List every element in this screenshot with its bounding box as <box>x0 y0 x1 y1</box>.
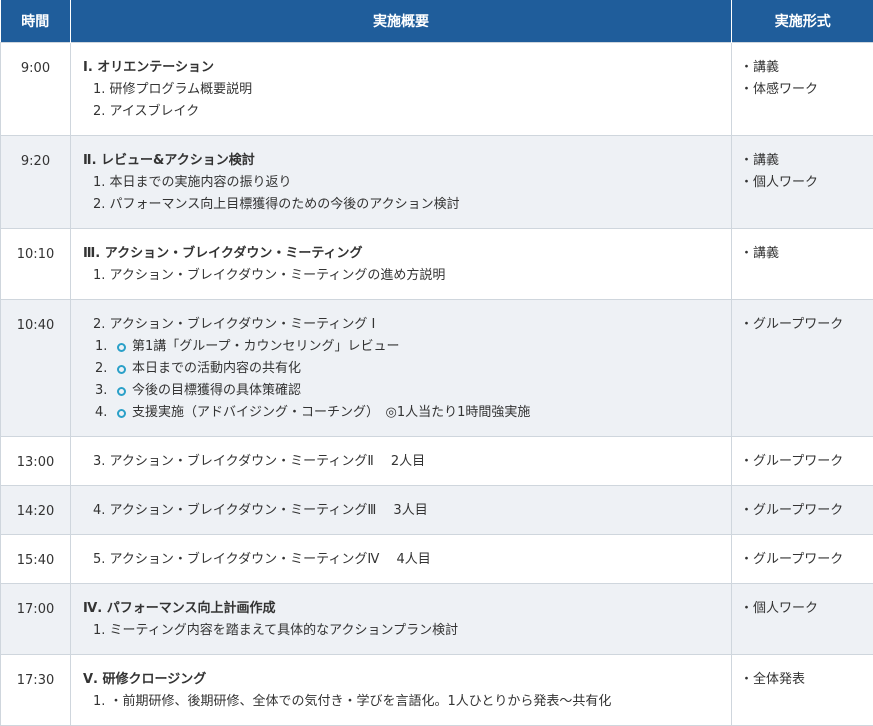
summary-cell: 3. アクション・ブレイクダウン・ミーティングⅡ 2人目 <box>71 437 732 486</box>
sub-item-text: 第1講「グループ・カウンセリング」レビュー <box>132 336 400 358</box>
summary-line: 1. 研修プログラム概要説明 <box>83 79 721 101</box>
sub-item-text: 今後の目標獲得の具体策確認 <box>132 380 301 402</box>
sub-item-number: 3. <box>95 380 117 402</box>
format-item: ・グループワーク <box>740 500 865 522</box>
summary-line: 2. パフォーマンス向上目標獲得のための今後のアクション検討 <box>83 194 721 216</box>
time-cell: 13:00 <box>1 437 71 486</box>
sub-item-number: 1. <box>95 336 117 358</box>
header-time: 時間 <box>1 0 71 43</box>
table-row: 9:00 Ⅰ. オリエンテーション 1. 研修プログラム概要説明 2. アイスブ… <box>1 43 873 136</box>
summary-cell: 5. アクション・ブレイクダウン・ミーティングⅣ 4人目 <box>71 535 732 584</box>
sub-item-text: 支援実施（アドバイジング・コーチング） ◎1人当たり1時間強実施 <box>132 402 530 424</box>
format-cell: ・講義 ・体感ワーク <box>732 43 873 136</box>
table-row: 9:20 Ⅱ. レビュー&アクション検討 1. 本日までの実施内容の振り返り 2… <box>1 136 873 229</box>
summary-line: 2. アイスブレイク <box>83 101 721 123</box>
format-cell: ・グループワーク <box>732 535 873 584</box>
summary-cell: 4. アクション・ブレイクダウン・ミーティングⅢ 3人目 <box>71 486 732 535</box>
format-item: ・講義 <box>740 243 865 265</box>
format-cell: ・グループワーク <box>732 486 873 535</box>
circle-bullet-icon <box>117 365 126 374</box>
sub-item: 1. 第1講「グループ・カウンセリング」レビュー <box>83 336 721 358</box>
summary-line: 3. アクション・ブレイクダウン・ミーティングⅡ 2人目 <box>83 451 721 473</box>
format-item: ・個人ワーク <box>740 598 865 620</box>
time-cell: 10:10 <box>1 229 71 300</box>
format-item: ・グループワーク <box>740 451 865 473</box>
format-cell: ・講義 <box>732 229 873 300</box>
time-cell: 10:40 <box>1 300 71 437</box>
circle-bullet-icon <box>117 387 126 396</box>
section-heading: Ⅰ. オリエンテーション <box>83 57 721 79</box>
summary-cell: Ⅰ. オリエンテーション 1. 研修プログラム概要説明 2. アイスブレイク <box>71 43 732 136</box>
format-item: ・グループワーク <box>740 314 865 336</box>
time-cell: 15:40 <box>1 535 71 584</box>
section-heading: Ⅴ. 研修クロージング <box>83 669 721 691</box>
format-cell: ・個人ワーク <box>732 584 873 655</box>
schedule-table: 時間 実施概要 実施形式 9:00 Ⅰ. オリエンテーション 1. 研修プログラ… <box>0 0 873 726</box>
table-row: 15:40 5. アクション・ブレイクダウン・ミーティングⅣ 4人目 ・グループ… <box>1 535 873 584</box>
format-item: ・全体発表 <box>740 669 865 691</box>
table-row: 17:30 Ⅴ. 研修クロージング 1. ・前期研修、後期研修、全体での気付き・… <box>1 655 873 726</box>
format-cell: ・全体発表 <box>732 655 873 726</box>
summary-cell: Ⅳ. パフォーマンス向上計画作成 1. ミーティング内容を踏まえて具体的なアクシ… <box>71 584 732 655</box>
table-row: 14:20 4. アクション・ブレイクダウン・ミーティングⅢ 3人目 ・グループ… <box>1 486 873 535</box>
section-heading: Ⅱ. レビュー&アクション検討 <box>83 150 721 172</box>
format-item: ・体感ワーク <box>740 79 865 101</box>
summary-line: 2. アクション・ブレイクダウン・ミーティング Ⅰ <box>83 314 721 336</box>
summary-line: 1. ミーティング内容を踏まえて具体的なアクションプラン検討 <box>83 620 721 642</box>
sub-item: 2. 本日までの活動内容の共有化 <box>83 358 721 380</box>
circle-bullet-icon <box>117 409 126 418</box>
time-cell: 17:30 <box>1 655 71 726</box>
header-summary: 実施概要 <box>71 0 732 43</box>
summary-line: 1. ・前期研修、後期研修、全体での気付き・学びを言語化。1人ひとりから発表〜共… <box>83 691 721 713</box>
table-row: 13:00 3. アクション・ブレイクダウン・ミーティングⅡ 2人目 ・グループ… <box>1 437 873 486</box>
summary-line: 4. アクション・ブレイクダウン・ミーティングⅢ 3人目 <box>83 500 721 522</box>
summary-cell: Ⅱ. レビュー&アクション検討 1. 本日までの実施内容の振り返り 2. パフォ… <box>71 136 732 229</box>
time-cell: 9:20 <box>1 136 71 229</box>
table-row: 10:40 2. アクション・ブレイクダウン・ミーティング Ⅰ 1. 第1講「グル… <box>1 300 873 437</box>
time-cell: 17:00 <box>1 584 71 655</box>
table-row: 17:00 Ⅳ. パフォーマンス向上計画作成 1. ミーティング内容を踏まえて具… <box>1 584 873 655</box>
format-cell: ・グループワーク <box>732 437 873 486</box>
header-format: 実施形式 <box>732 0 873 43</box>
summary-line: 1. 本日までの実施内容の振り返り <box>83 172 721 194</box>
summary-line: 5. アクション・ブレイクダウン・ミーティングⅣ 4人目 <box>83 549 721 571</box>
summary-cell: Ⅴ. 研修クロージング 1. ・前期研修、後期研修、全体での気付き・学びを言語化… <box>71 655 732 726</box>
format-item: ・講義 <box>740 57 865 79</box>
format-item: ・個人ワーク <box>740 172 865 194</box>
sub-item-number: 4. <box>95 402 117 424</box>
format-cell: ・講義 ・個人ワーク <box>732 136 873 229</box>
format-cell: ・グループワーク <box>732 300 873 437</box>
summary-cell: Ⅲ. アクション・ブレイクダウン・ミーティング 1. アクション・ブレイクダウン… <box>71 229 732 300</box>
section-heading: Ⅲ. アクション・ブレイクダウン・ミーティング <box>83 243 721 265</box>
format-item: ・グループワーク <box>740 549 865 571</box>
section-heading: Ⅳ. パフォーマンス向上計画作成 <box>83 598 721 620</box>
sub-item-text: 本日までの活動内容の共有化 <box>132 358 301 380</box>
format-item: ・講義 <box>740 150 865 172</box>
sub-item: 3. 今後の目標獲得の具体策確認 <box>83 380 721 402</box>
time-cell: 9:00 <box>1 43 71 136</box>
header-row: 時間 実施概要 実施形式 <box>1 0 873 43</box>
summary-line: 1. アクション・ブレイクダウン・ミーティングの進め方説明 <box>83 265 721 287</box>
summary-cell: 2. アクション・ブレイクダウン・ミーティング Ⅰ 1. 第1講「グループ・カウン… <box>71 300 732 437</box>
circle-bullet-icon <box>117 343 126 352</box>
sub-item-number: 2. <box>95 358 117 380</box>
time-cell: 14:20 <box>1 486 71 535</box>
sub-item: 4. 支援実施（アドバイジング・コーチング） ◎1人当たり1時間強実施 <box>83 402 721 424</box>
table-row: 10:10 Ⅲ. アクション・ブレイクダウン・ミーティング 1. アクション・ブ… <box>1 229 873 300</box>
